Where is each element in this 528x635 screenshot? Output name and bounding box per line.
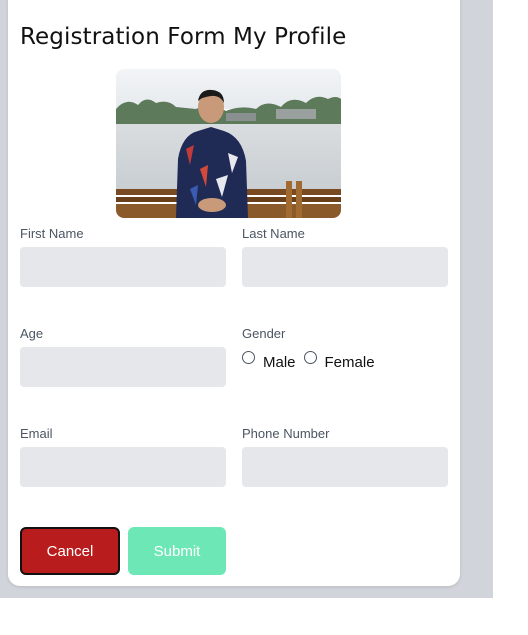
gender-radio-group: Male Female <box>242 351 383 371</box>
email-input[interactable] <box>20 447 226 487</box>
female-radio[interactable] <box>303 351 317 364</box>
page-title: Registration Form My Profile <box>20 24 347 50</box>
phone-number-label: Phone Number <box>242 426 330 441</box>
first-name-input[interactable] <box>20 247 226 287</box>
profile-photo <box>116 69 341 218</box>
age-label: Age <box>20 326 44 341</box>
cancel-button[interactable]: Cancel <box>20 527 120 575</box>
email-label: Email <box>20 426 53 441</box>
first-name-label: First Name <box>20 226 84 241</box>
female-radio-label[interactable]: Female <box>325 354 375 371</box>
male-radio[interactable] <box>242 351 255 364</box>
last-name-input[interactable] <box>242 247 448 287</box>
phone-number-input[interactable] <box>242 447 448 487</box>
gender-label: Gender <box>242 326 286 341</box>
last-name-label: Last Name <box>242 226 305 241</box>
age-input[interactable] <box>20 347 226 387</box>
male-radio-label[interactable]: Male <box>263 354 296 371</box>
submit-button[interactable]: Submit <box>128 527 226 575</box>
